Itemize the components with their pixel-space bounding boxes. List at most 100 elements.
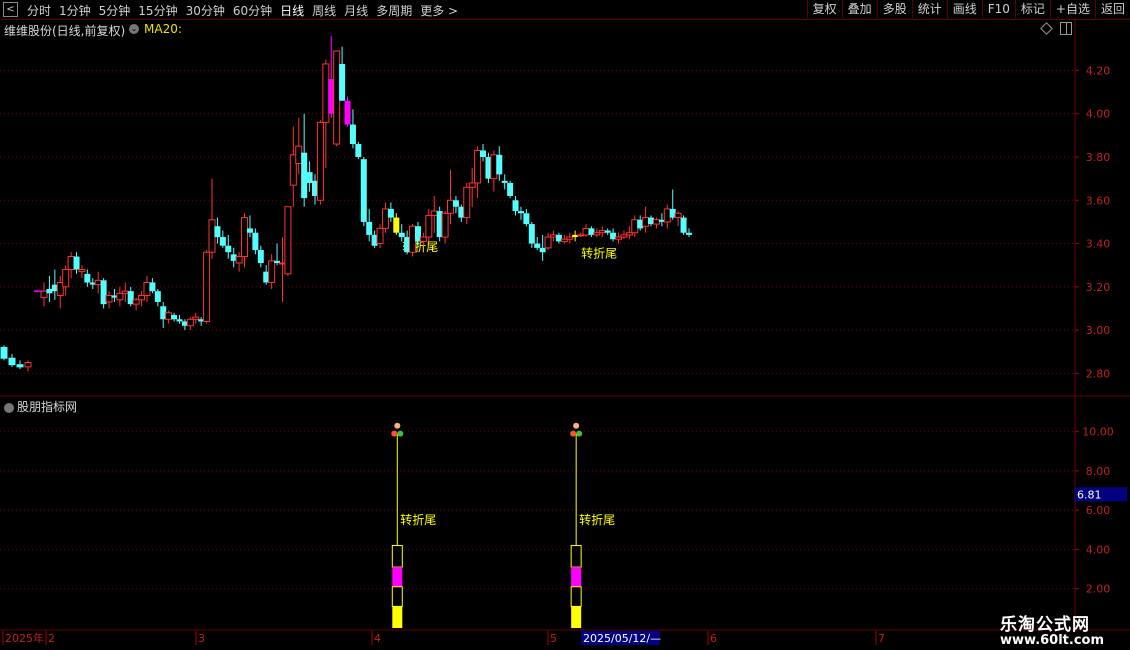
candle-body-up [105, 294, 113, 303]
candle-body-up [381, 208, 389, 229]
ma-label: MA20: [144, 22, 182, 36]
candle-body [219, 237, 226, 246]
candle-body-up [316, 121, 324, 201]
price-tick-label: 3.20 [1086, 281, 1111, 294]
price-tick-label: 3.60 [1086, 194, 1111, 207]
time-axis-label: 7 [878, 632, 885, 645]
candle-body [24, 362, 32, 368]
candle-body [366, 221, 373, 235]
signal-box-yellow [392, 606, 403, 628]
candle-body-up [284, 206, 292, 275]
candle-body-up [143, 281, 151, 296]
candle-body [339, 63, 346, 101]
candle-body-up [376, 227, 384, 245]
candle-body [257, 250, 264, 264]
time-axis-label: 2 [48, 632, 55, 645]
time-axis-label: 4 [374, 632, 381, 645]
candle-body [214, 226, 221, 238]
candle-body-up [203, 251, 211, 322]
signal-box-magenta [571, 567, 582, 587]
time-axis-label: 5 [550, 632, 557, 645]
cursor-date-label: 2025/05/12/— [583, 632, 661, 645]
candle-body-up [138, 294, 146, 301]
candle-body-up [468, 182, 476, 188]
signal-box-outline [391, 545, 403, 568]
price-tick-label: 2.80 [1086, 367, 1111, 380]
candle-body [387, 208, 394, 218]
candle-body-up [544, 236, 552, 249]
candle-body-up [642, 217, 650, 227]
candle-body-up [116, 292, 124, 301]
candle-body [398, 232, 405, 238]
candle-body-up [241, 217, 249, 258]
candle-body-up [566, 236, 574, 240]
candle-body [0, 346, 8, 359]
candle-body [301, 152, 308, 199]
signal-box-outline [570, 545, 582, 568]
time-axis-label: 6 [710, 632, 717, 645]
signal-box-outline [391, 586, 403, 607]
candle-body [517, 211, 524, 214]
indicator-title[interactable]: 股朋指标网 [4, 398, 77, 415]
signal-label: 转折尾 [581, 245, 617, 260]
candle-body [154, 291, 161, 302]
candle-body-up [322, 63, 330, 123]
candle-body [246, 228, 253, 233]
signal-dot-orange [573, 422, 580, 429]
price-tick-label: 3.80 [1086, 151, 1111, 164]
watermark-line1: 乐淘公式网 [1000, 615, 1090, 635]
candle-body-up [192, 316, 200, 320]
candle-body [349, 124, 356, 145]
candle-body-up [132, 299, 140, 305]
candle-body-up [463, 186, 471, 219]
candle-body-up [295, 145, 303, 164]
candle-body [501, 180, 508, 183]
candle-body [8, 357, 16, 366]
candle-body-up [78, 269, 86, 273]
candle-body [73, 256, 80, 270]
candle-body-up [94, 279, 102, 286]
indicator-settings-icon[interactable] [4, 402, 14, 413]
candle-body-up [67, 256, 75, 271]
signal-dot-red [570, 430, 577, 437]
candle-body [507, 182, 514, 196]
candle-body-up [474, 150, 482, 184]
candle-body [149, 282, 156, 292]
candle-body [452, 200, 459, 207]
candle-body-up [631, 219, 639, 234]
price-tick-label: 4.00 [1086, 108, 1111, 121]
candle-body [16, 364, 24, 368]
candle-body [496, 154, 503, 175]
panel-toggle-icon[interactable] [1060, 22, 1072, 35]
price-tick-label: 4.20 [1086, 64, 1111, 77]
signal-dot-green [576, 430, 583, 437]
candle-body-up [663, 208, 671, 223]
candle-body-up [235, 256, 243, 264]
kline-chart[interactable]: 4.20 4.00 3.80 3.60 3.40 3.20 3.00 2.80 10.00 8.0… [0, 0, 1130, 650]
candle-body-up [447, 199, 454, 214]
signal-box-outline [570, 586, 582, 607]
candle-body [523, 213, 530, 225]
time-axis-label: 2025年 [5, 631, 44, 645]
candle-body-up [598, 230, 606, 234]
indicator-tick-label: 10.00 [1082, 426, 1114, 439]
ma-settings-icon[interactable]: ⌄ [129, 24, 139, 34]
candle-body [512, 200, 519, 212]
candle-body-up [40, 290, 48, 299]
candle-body [680, 217, 687, 233]
candle-body [344, 100, 351, 125]
candle-body [355, 144, 362, 157]
price-tick-label: 3.40 [1086, 238, 1111, 251]
indicator-tick-label: 6.00 [1086, 504, 1111, 517]
candle-body-up [121, 290, 129, 294]
candle-body [360, 159, 367, 222]
stock-title[interactable]: 维维股份(日线,前复权) [4, 22, 125, 39]
signal-dot-green [397, 430, 404, 437]
candle-body [480, 150, 487, 157]
candle-body [84, 273, 91, 283]
indicator-tick-label: 8.00 [1086, 465, 1111, 478]
candle-body-up [425, 214, 433, 238]
candle-body-up [582, 227, 590, 236]
candle-body [685, 232, 692, 235]
candle-body [604, 230, 611, 233]
